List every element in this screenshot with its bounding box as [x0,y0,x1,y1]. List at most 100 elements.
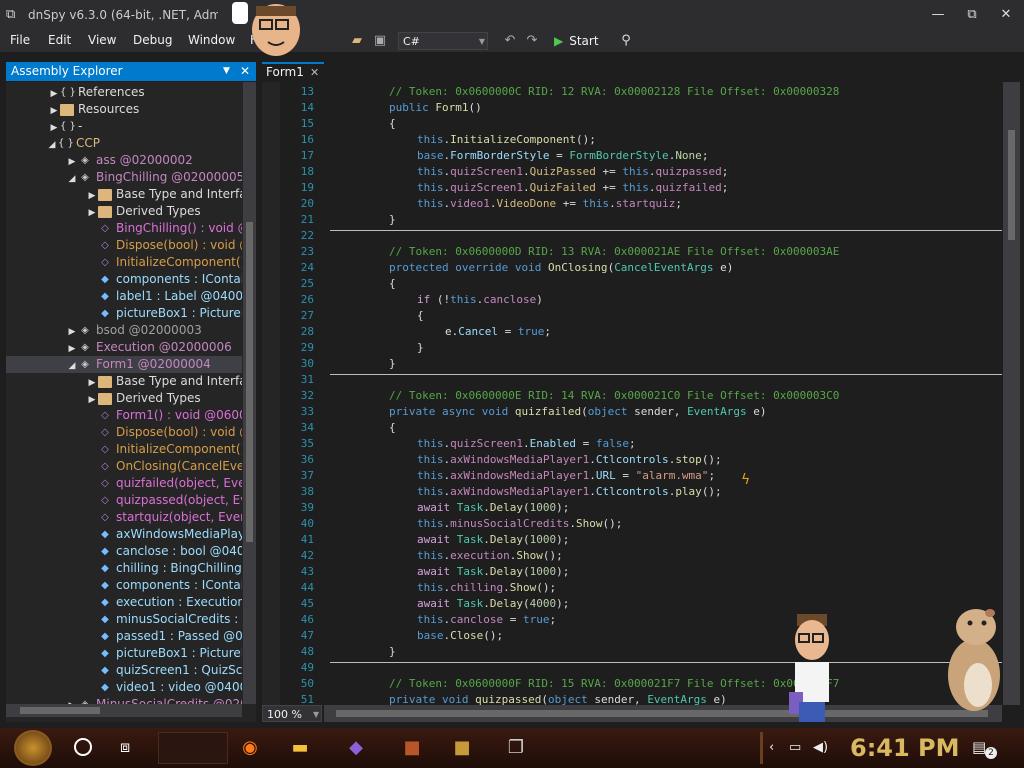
tree-item-label: Form1() : void @06000 [116,408,242,422]
start-debug-button[interactable]: ▶ Start [554,32,599,50]
firefox-icon[interactable]: ◉ [236,734,264,762]
expand-arrow-icon[interactable]: ▶ [86,188,98,203]
taskbar-search[interactable] [158,732,228,764]
tree-item[interactable]: ▶ Derived Types [6,203,242,220]
save-icon[interactable]: ▣ [371,32,389,50]
close-icon[interactable]: ✕ [310,64,319,81]
tree-item[interactable]: ◇ Dispose(bool) : void @ [6,237,242,254]
code-text: e.Cancel = true; [445,324,551,340]
open-icon[interactable]: ▰ [348,32,366,50]
code-token: Cancel [458,325,498,338]
tree-item[interactable]: ◆ video1 : video @04000 [6,679,242,696]
expand-arrow-icon[interactable]: ▶ [86,375,98,390]
tree-item[interactable]: ◢ ◈ Form1 @02000004 [6,356,242,373]
zoom-select[interactable]: 100 % ▼ [262,705,322,722]
tree-item[interactable]: ▶{ } References [6,84,242,101]
tree-item[interactable]: ◢{ } CCP [6,135,242,152]
editor-horizontal-scrollbar[interactable] [324,705,1002,722]
tree-item-label: Form1 @02000004 [96,357,211,371]
app-icon-3[interactable]: ❐ [502,734,530,762]
menu-edit[interactable]: Edit [48,30,71,50]
tree-item[interactable]: ◆ canclose : bool @0400 [6,543,242,560]
expand-arrow-icon[interactable]: ▶ [86,392,98,407]
tree-item[interactable]: ◇ OnClosing(CancelEven [6,458,242,475]
expand-arrow-icon[interactable]: ▶ [66,341,78,356]
start-menu-button[interactable] [14,730,52,766]
tab-form1[interactable]: Form1 ✕ [262,62,324,81]
code-editor[interactable]: 13 // Token: 0x0600000C RID: 12 RVA: 0x00… [262,82,1002,705]
expand-arrow-icon[interactable]: ◢ [66,358,78,373]
tree-item[interactable]: ◇ quizfailed(object, Ever [6,475,242,492]
tree-item[interactable]: ◆ minusSocialCredits : N [6,611,242,628]
tree-item[interactable]: ◇ startquiz(object, Event [6,509,242,526]
file-explorer-icon[interactable]: ▬ [286,734,314,762]
chevron-left-icon[interactable]: ‹ [769,740,774,755]
expand-arrow-icon[interactable]: ◢ [66,171,78,186]
tree-horizontal-scrollbar[interactable] [6,704,242,717]
tree-item[interactable]: ◇ BingChilling() : void @ [6,220,242,237]
tree-item[interactable]: ▶{ } - [6,118,242,135]
redo-icon[interactable]: ↷ [523,32,541,50]
menu-view[interactable]: View [88,30,116,50]
tree-item[interactable]: ▶◈MinusSocialCredits @0200 [6,696,242,704]
tree-item[interactable]: ◆ axWindowsMediaPlay [6,526,242,543]
tree-item[interactable]: ◢ ◈ BingChilling @02000005 [6,169,242,186]
tree-item[interactable]: ◆ execution : Execution [6,594,242,611]
chevron-down-icon[interactable]: ▼ [223,62,230,81]
cortana-icon[interactable] [74,738,92,756]
menu-window[interactable]: Window [188,30,235,50]
volume-icon[interactable]: ◀) [813,740,828,755]
tree-item[interactable]: ▶ ◈ ass @02000002 [6,152,242,169]
search-icon[interactable]: ⚲ [617,32,635,50]
tree-item[interactable]: ◆ pictureBox1 : PictureB [6,645,242,662]
tree-item[interactable]: ◆ chilling : BingChilling [6,560,242,577]
menu-file[interactable]: File [10,30,30,50]
expand-arrow-icon[interactable]: ▶ [86,205,98,220]
tree-item[interactable]: ◆ quizScreen1 : QuizScre [6,662,242,679]
scrollbar-thumb[interactable] [20,707,100,714]
tree-item[interactable]: ◇ Dispose(bool) : void @ [6,424,242,441]
restore-button[interactable]: ⧉ [958,5,986,25]
undo-icon[interactable]: ↶ [501,32,519,50]
tree-vertical-scrollbar[interactable] [243,82,256,704]
code-token: None [675,149,702,162]
tree-item[interactable]: ▶ Derived Types [6,390,242,407]
scrollbar-thumb[interactable] [336,710,988,717]
tree-item[interactable]: ▶ Base Type and Interfac [6,186,242,203]
expand-arrow-icon[interactable]: ▶ [48,103,60,118]
tree-item[interactable]: ▶ ◈ bsod @02000003 [6,322,242,339]
expand-arrow-icon[interactable]: ▶ [66,154,78,169]
network-icon[interactable]: ▭ [789,740,801,755]
expand-arrow-icon[interactable]: ▶ [48,86,60,101]
tree-item[interactable]: ◆ label1 : Label @040000 [6,288,242,305]
tree-item[interactable]: ◆ components : IContair [6,577,242,594]
app-icon-1[interactable]: ■ [398,734,426,762]
code-text: this.InitializeComponent(); [417,132,596,148]
tree-item[interactable]: ▶ Base Type and Interfac [6,373,242,390]
close-icon[interactable]: ✕ [240,62,250,81]
tree-item[interactable]: ◇ Form1() : void @06000 [6,407,242,424]
tree-item[interactable]: ▶ Resources [6,101,242,118]
expand-arrow-icon[interactable]: ▶ [66,324,78,339]
class-icon: ◈ [81,358,89,370]
method-icon: ◇ [101,460,109,472]
minimize-button[interactable]: — [924,5,952,25]
menu-debug[interactable]: Debug [133,30,172,50]
language-select[interactable]: C# ▼ [398,32,488,50]
expand-arrow-icon[interactable]: ◢ [46,137,58,152]
scrollbar-thumb[interactable] [1008,130,1015,240]
tree-item[interactable]: ◆ pictureBox1 : PictureB [6,305,242,322]
task-view-icon[interactable]: ⧈ [120,737,130,757]
tree-item[interactable]: ◆ components : IContair [6,271,242,288]
tree-item[interactable]: ◇ InitializeComponent() [6,254,242,271]
tree-item[interactable]: ◇ quizpassed(object, Eve [6,492,242,509]
tree-item[interactable]: ◇ InitializeComponent() [6,441,242,458]
app-icon-2[interactable]: ■ [448,734,476,762]
tree-item[interactable]: ◆ passed1 : Passed @040 [6,628,242,645]
taskbar-clock[interactable]: 6:41 PM [850,732,960,764]
close-button[interactable]: ✕ [992,5,1020,25]
tree-item[interactable]: ▶ ◈ Execution @02000006 [6,339,242,356]
scrollbar-thumb[interactable] [246,222,253,542]
expand-arrow-icon[interactable]: ▶ [48,120,60,135]
visual-studio-icon[interactable]: ◆ [342,734,370,762]
